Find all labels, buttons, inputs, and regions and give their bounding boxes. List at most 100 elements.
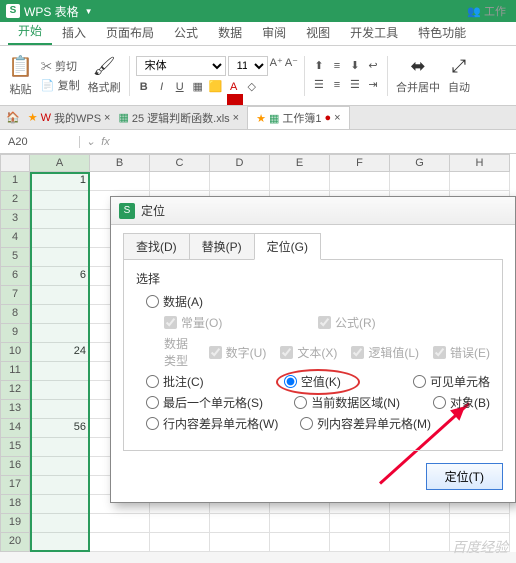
cell[interactable] xyxy=(330,172,390,191)
cell[interactable] xyxy=(90,533,150,552)
tab-insert[interactable]: 插入 xyxy=(52,20,96,45)
increase-font-icon[interactable]: A⁺ xyxy=(270,56,283,76)
font-name-select[interactable]: 宋体 xyxy=(136,56,226,76)
col-header[interactable]: D xyxy=(210,154,270,172)
cell[interactable] xyxy=(30,324,90,343)
row-header[interactable]: 4 xyxy=(0,229,30,248)
cell[interactable]: 6 xyxy=(30,267,90,286)
cell[interactable] xyxy=(30,476,90,495)
doc2-tab[interactable]: ★▦ 工作簿1 ● × xyxy=(247,106,350,129)
cell[interactable] xyxy=(90,514,150,533)
cell[interactable] xyxy=(30,533,90,552)
row-header[interactable]: 1 xyxy=(0,172,30,191)
row-header[interactable]: 3 xyxy=(0,210,30,229)
cell[interactable] xyxy=(30,400,90,419)
cut-button[interactable]: ✂ 剪切 xyxy=(41,58,77,74)
opt-visible[interactable]: 可见单元格 xyxy=(413,373,490,390)
row-header[interactable]: 16 xyxy=(0,457,30,476)
cell[interactable]: 56 xyxy=(30,419,90,438)
opt-comment[interactable]: 批注(C) xyxy=(146,373,270,390)
row-header[interactable]: 7 xyxy=(0,286,30,305)
col-header[interactable]: C xyxy=(150,154,210,172)
row-header[interactable]: 11 xyxy=(0,362,30,381)
row-header[interactable]: 5 xyxy=(0,248,30,267)
bold-button[interactable]: B xyxy=(136,79,152,95)
cell[interactable]: 24 xyxy=(30,343,90,362)
row-header[interactable]: 9 xyxy=(0,324,30,343)
row-header[interactable]: 19 xyxy=(0,514,30,533)
opt-blank[interactable]: 空值(K) xyxy=(284,373,399,390)
row-header[interactable]: 12 xyxy=(0,381,30,400)
cell[interactable] xyxy=(30,495,90,514)
goto-button[interactable]: 定位(T) xyxy=(426,463,503,490)
tab-special[interactable]: 特色功能 xyxy=(408,20,476,45)
clear-format-button[interactable]: ◇ xyxy=(244,79,260,95)
cell[interactable] xyxy=(270,514,330,533)
paste-icon[interactable]: 📋 xyxy=(8,54,33,79)
cell[interactable] xyxy=(30,438,90,457)
tab-review[interactable]: 审阅 xyxy=(252,20,296,45)
fx-icon[interactable]: fx xyxy=(101,136,110,148)
indent-icon[interactable]: ⇥ xyxy=(365,77,381,93)
col-header[interactable]: F xyxy=(330,154,390,172)
row-header[interactable]: 2 xyxy=(0,191,30,210)
cell[interactable] xyxy=(270,172,330,191)
cell[interactable] xyxy=(270,533,330,552)
cell[interactable] xyxy=(150,172,210,191)
select-all-corner[interactable] xyxy=(0,154,30,172)
col-header[interactable]: G xyxy=(390,154,450,172)
cell[interactable] xyxy=(30,362,90,381)
cell[interactable] xyxy=(150,533,210,552)
row-header[interactable]: 14 xyxy=(0,419,30,438)
align-bottom-icon[interactable]: ⬇ xyxy=(347,58,363,74)
border-button[interactable]: ▦ xyxy=(190,79,206,95)
row-header[interactable]: 20 xyxy=(0,533,30,552)
align-center-icon[interactable]: ≡ xyxy=(329,77,345,93)
align-left-icon[interactable]: ☰ xyxy=(311,77,327,93)
dialog-titlebar[interactable]: S 定位 xyxy=(111,197,515,225)
doc1-tab[interactable]: ▦ 25 逻辑判断函数.xls × xyxy=(118,110,239,126)
mywps-tab[interactable]: ★ W 我的WPS × xyxy=(28,110,111,126)
name-box[interactable]: A20 xyxy=(0,136,80,148)
wrap-text-icon[interactable]: ↩ xyxy=(365,58,381,74)
col-header[interactable]: H xyxy=(450,154,510,172)
cell[interactable] xyxy=(390,533,450,552)
decrease-font-icon[interactable]: A⁻ xyxy=(285,56,298,76)
dlg-tab-replace[interactable]: 替换(P) xyxy=(189,233,255,260)
cell[interactable] xyxy=(390,172,450,191)
cell[interactable] xyxy=(30,191,90,210)
cell[interactable] xyxy=(30,286,90,305)
fill-color-button[interactable]: 🟨 xyxy=(208,79,224,95)
opt-data[interactable]: 数据(A) xyxy=(146,293,286,310)
autofit-icon[interactable]: ⤢ xyxy=(452,56,466,77)
cell[interactable] xyxy=(330,533,390,552)
underline-button[interactable]: U xyxy=(172,79,188,95)
row-header[interactable]: 13 xyxy=(0,400,30,419)
cell[interactable] xyxy=(210,172,270,191)
cell[interactable] xyxy=(30,381,90,400)
row-header[interactable]: 15 xyxy=(0,438,30,457)
title-dropdown-icon[interactable]: ▼ xyxy=(85,7,93,16)
opt-last[interactable]: 最后一个单元格(S) xyxy=(146,394,280,411)
align-middle-icon[interactable]: ≡ xyxy=(329,58,345,74)
cell[interactable] xyxy=(30,457,90,476)
col-header[interactable]: B xyxy=(90,154,150,172)
fx-dropdown-icon[interactable]: ⌄ xyxy=(86,135,95,148)
align-top-icon[interactable]: ⬆ xyxy=(311,58,327,74)
col-header[interactable]: E xyxy=(270,154,330,172)
row-header[interactable]: 6 xyxy=(0,267,30,286)
cell[interactable]: 1 xyxy=(30,172,90,191)
cell[interactable] xyxy=(450,172,510,191)
opt-rowdiff[interactable]: 行内容差异单元格(W) xyxy=(146,415,286,432)
row-header[interactable]: 10 xyxy=(0,343,30,362)
cell[interactable] xyxy=(210,514,270,533)
italic-button[interactable]: I xyxy=(154,79,170,95)
opt-region[interactable]: 当前数据区域(N) xyxy=(294,394,419,411)
cell[interactable] xyxy=(90,172,150,191)
cell[interactable] xyxy=(30,229,90,248)
tab-layout[interactable]: 页面布局 xyxy=(96,20,164,45)
cell[interactable] xyxy=(390,514,450,533)
cell[interactable] xyxy=(30,248,90,267)
cell[interactable] xyxy=(210,533,270,552)
opt-object[interactable]: 对象(B) xyxy=(433,394,490,411)
